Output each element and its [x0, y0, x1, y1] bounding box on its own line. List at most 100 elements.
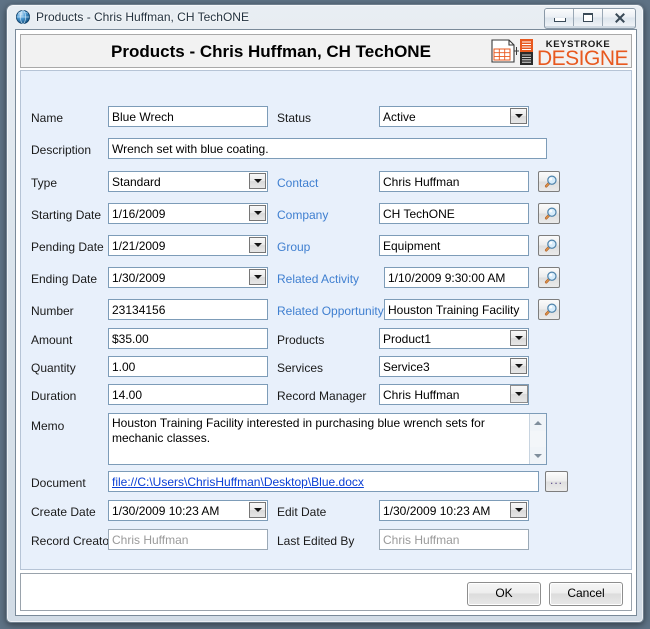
chevron-down-icon[interactable]	[249, 237, 266, 253]
related-opportunity-lookup-button[interactable]	[538, 299, 560, 320]
services-combobox[interactable]: Service3	[379, 356, 529, 377]
create-date-picker[interactable]: 1/30/2009 10:23 AM	[108, 500, 268, 521]
ending-date-value: 1/30/2009	[108, 267, 268, 288]
label-contact[interactable]: Contact	[277, 176, 318, 191]
label-company[interactable]: Company	[277, 208, 328, 223]
number-input[interactable]: 23134156	[108, 299, 268, 320]
label-quantity: Quantity	[31, 361, 76, 375]
label-starting-date: Starting Date	[31, 208, 102, 222]
label-products: Products	[277, 333, 325, 347]
edit-date-picker[interactable]: 1/30/2009 10:23 AM	[379, 500, 529, 521]
related-opportunity-input[interactable]: Houston Training Facility	[384, 299, 529, 320]
record-creator-input: Chris Huffman	[108, 529, 268, 550]
status-combobox[interactable]: Active	[379, 106, 529, 127]
group-lookup-button[interactable]	[538, 235, 560, 256]
company-lookup-button[interactable]	[538, 203, 560, 224]
products-value: Product1	[379, 328, 529, 349]
page-title: Products - Chris Huffman, CH TechONE	[111, 42, 431, 61]
record-manager-combobox[interactable]: Chris Huffman	[379, 384, 529, 405]
products-window: Products - Chris Huffman, CH TechONE Pro…	[6, 4, 644, 623]
chevron-down-icon[interactable]	[249, 502, 266, 518]
label-services: Services	[277, 361, 324, 375]
label-document: Document	[31, 476, 86, 490]
quantity-input[interactable]: 1.00	[108, 356, 268, 377]
ending-date-picker[interactable]: 1/30/2009	[108, 267, 268, 288]
services-value: Service3	[379, 356, 529, 377]
form-header: Products - Chris Huffman, CH TechONE KEY…	[20, 34, 644, 70]
document-link-field[interactable]: file://C:\Users\ChrisHuffman\Desktop\Blu…	[108, 471, 539, 492]
pending-date-picker[interactable]: 1/21/2009	[108, 235, 268, 256]
close-button[interactable]	[603, 9, 635, 26]
type-value: Standard	[108, 171, 268, 192]
scroll-down-icon[interactable]	[530, 447, 546, 464]
company-input[interactable]: CH TechONE	[379, 203, 529, 224]
name-input[interactable]: Blue Wrech	[108, 106, 268, 127]
window-title: Products - Chris Huffman, CH TechONE	[36, 10, 249, 24]
related-activity-lookup-button[interactable]	[538, 267, 560, 288]
label-group[interactable]: Group	[277, 240, 310, 255]
label-ending-date: Ending Date	[31, 272, 98, 286]
chevron-down-icon[interactable]	[249, 173, 266, 189]
chevron-down-icon[interactable]	[510, 358, 527, 374]
label-edit-date: Edit Date	[277, 505, 327, 519]
app-globe-icon	[15, 9, 31, 25]
chevron-down-icon[interactable]	[510, 385, 528, 403]
label-description: Description	[31, 143, 92, 157]
products-combobox[interactable]: Product1	[379, 328, 529, 349]
document-hyperlink[interactable]: file://C:\Users\ChrisHuffman\Desktop\Blu…	[112, 475, 364, 489]
dialog-button-bar: OK Cancel	[20, 573, 632, 611]
label-duration: Duration	[31, 389, 77, 403]
close-icon	[614, 12, 625, 23]
create-date-value: 1/30/2009 10:23 AM	[108, 500, 268, 521]
label-record-creator: Record Creator	[31, 534, 114, 548]
label-record-manager: Record Manager	[277, 389, 367, 403]
memo-text: Houston Training Facility interested in …	[112, 416, 485, 445]
browse-button[interactable]: ...	[545, 471, 568, 492]
type-combobox[interactable]: Standard	[108, 171, 268, 192]
scroll-up-icon[interactable]	[530, 414, 546, 431]
magnifier-icon	[542, 174, 558, 190]
label-create-date: Create Date	[31, 505, 96, 519]
window-controls	[544, 8, 636, 29]
label-name: Name	[31, 111, 64, 125]
label-amount: Amount	[31, 333, 73, 347]
svg-text:DESIGNER: DESIGNER	[537, 47, 628, 67]
ok-button[interactable]: OK	[467, 582, 541, 606]
description-input[interactable]: Wrench set with blue coating.	[108, 138, 547, 159]
chevron-down-icon[interactable]	[249, 269, 266, 285]
maximize-button[interactable]	[574, 9, 603, 26]
label-last-edited-by: Last Edited By	[277, 534, 355, 548]
chevron-down-icon[interactable]	[510, 330, 527, 346]
dialog-client-area: Products - Chris Huffman, CH TechONE KEY…	[15, 29, 644, 616]
starting-date-picker[interactable]: 1/16/2009	[108, 203, 268, 224]
chevron-down-icon[interactable]	[249, 205, 266, 221]
chevron-down-icon[interactable]	[510, 108, 527, 124]
chevron-down-icon[interactable]	[510, 502, 527, 518]
magnifier-icon	[542, 206, 558, 222]
label-pending-date: Pending Date	[31, 240, 104, 254]
label-type: Type	[31, 176, 58, 190]
label-related-opportunity[interactable]: Related Opportunity	[277, 304, 384, 319]
minimize-button[interactable]	[545, 9, 574, 26]
starting-date-value: 1/16/2009	[108, 203, 268, 224]
cancel-button[interactable]: Cancel	[549, 582, 623, 606]
duration-input[interactable]: 14.00	[108, 384, 268, 405]
keystroke-designer-logo: KEYSTROKE DESIGNER	[489, 36, 644, 70]
pending-date-value: 1/21/2009	[108, 235, 268, 256]
last-edited-by-input: Chris Huffman	[379, 529, 529, 550]
title-bar: Products - Chris Huffman, CH TechONE	[7, 5, 643, 29]
contact-input[interactable]: Chris Huffman	[379, 171, 529, 192]
label-status: Status	[277, 111, 312, 125]
related-activity-input[interactable]: 1/10/2009 9:30:00 AM	[384, 267, 529, 288]
maximize-icon	[583, 13, 593, 22]
contact-lookup-button[interactable]	[538, 171, 560, 192]
group-input[interactable]: Equipment	[379, 235, 529, 256]
memo-scrollbar[interactable]	[529, 414, 546, 464]
label-related-activity[interactable]: Related Activity	[277, 272, 359, 287]
amount-input[interactable]: $35.00	[108, 328, 268, 349]
magnifier-icon	[542, 302, 558, 318]
memo-textarea[interactable]: Houston Training Facility interested in …	[108, 413, 547, 465]
label-memo: Memo	[31, 419, 65, 433]
label-number: Number	[31, 304, 74, 318]
status-value: Active	[379, 106, 529, 127]
